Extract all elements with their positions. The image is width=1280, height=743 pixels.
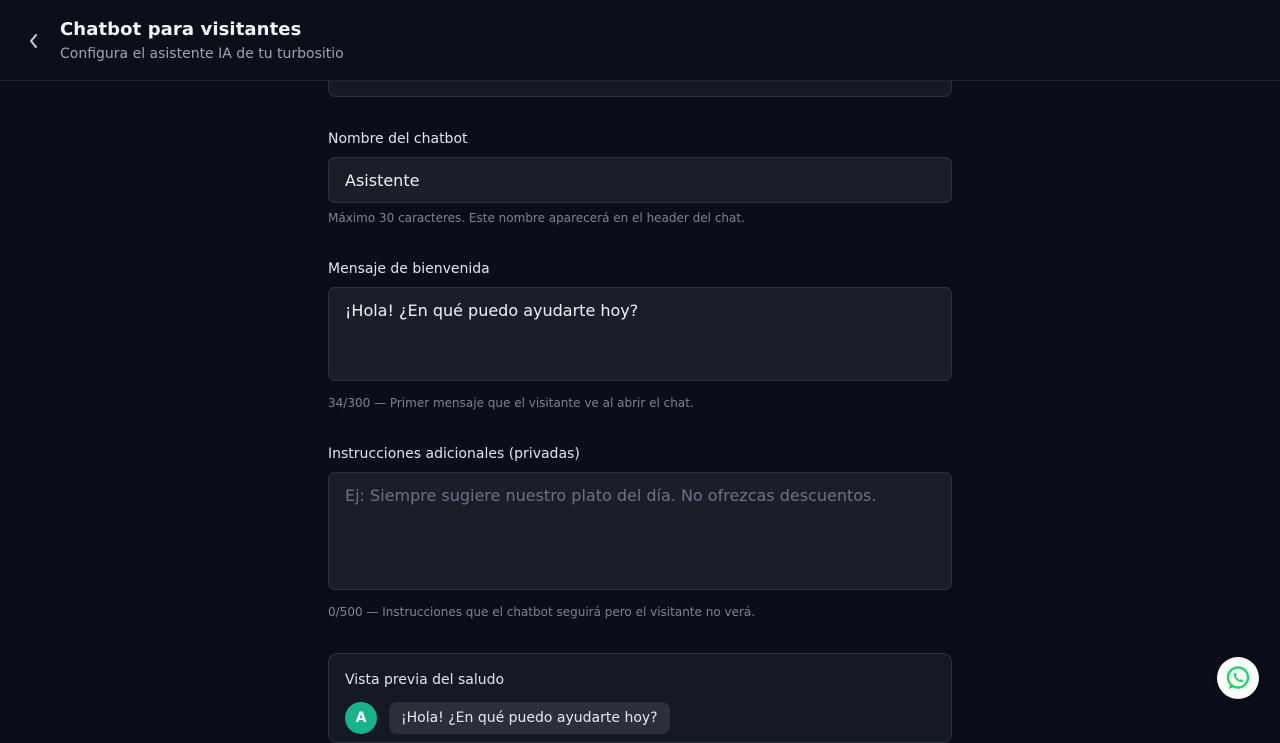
page-title: Chatbot para visitantes <box>60 19 302 40</box>
back-button[interactable] <box>22 29 46 53</box>
instructions-textarea[interactable]: Ej: Siempre sugiere nuestro plato del dí… <box>328 472 952 590</box>
chatbot-name-label: Nombre del chatbot <box>328 131 468 147</box>
page-subtitle: Configura el asistente IA de tu turbosit… <box>60 46 344 62</box>
welcome-message-helper: 34/300 — Primer mensaje que el visitante… <box>328 396 694 410</box>
chatbot-name-helper: Máximo 30 caracteres. Este nombre aparec… <box>328 211 745 225</box>
instructions-helper: 0/500 — Instrucciones que el chatbot seg… <box>328 605 756 619</box>
welcome-message-label: Mensaje de bienvenida <box>328 261 490 277</box>
chatbot-name-input[interactable]: Asistente <box>328 157 952 203</box>
avatar: A <box>345 702 377 734</box>
page-header: Chatbot para visitantes Configura el asi… <box>0 0 1280 81</box>
whatsapp-button[interactable] <box>1217 657 1259 699</box>
instructions-label: Instrucciones adicionales (privadas) <box>328 446 580 462</box>
whatsapp-icon <box>1226 666 1250 689</box>
welcome-message-textarea[interactable]: ¡Hola! ¿En qué puedo ayudarte hoy? <box>328 287 952 381</box>
preview-bubble: ¡Hola! ¿En qué puedo ayudarte hoy? <box>389 702 670 734</box>
chevron-left-icon <box>30 34 37 48</box>
preview-title: Vista previa del saludo <box>345 672 505 688</box>
greeting-preview-card: Vista previa del saludo A ¡Hola! ¿En qué… <box>328 653 952 743</box>
